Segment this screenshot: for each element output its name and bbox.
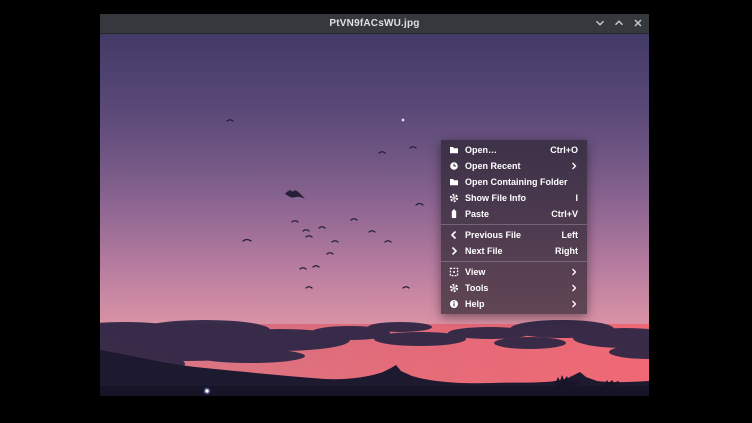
view-icon xyxy=(449,267,459,277)
submenu-arrow-icon xyxy=(570,268,578,276)
menu-item-show-file-info[interactable]: Show File Info I xyxy=(441,190,587,206)
window-title: PtVN9fACsWU.jpg xyxy=(329,18,419,29)
photo-ground xyxy=(100,386,649,396)
photo-star xyxy=(402,119,405,122)
shortcut: Ctrl+O xyxy=(550,145,578,155)
photo-horizon-light xyxy=(204,388,211,395)
submenu-arrow-icon xyxy=(570,162,578,170)
menu-separator xyxy=(441,261,587,262)
context-menu: Open… Ctrl+O Open Recent Open Containing… xyxy=(441,140,587,314)
menu-item-tools[interactable]: Tools xyxy=(441,280,587,296)
menu-item-previous-file[interactable]: Previous File Left xyxy=(441,227,587,243)
chevron-down-icon xyxy=(595,15,605,33)
gear-icon xyxy=(449,283,459,293)
titlebar[interactable]: PtVN9fACsWU.jpg xyxy=(100,14,649,34)
folder-icon xyxy=(449,177,459,187)
shortcut: Right xyxy=(555,246,578,256)
submenu-arrow-icon xyxy=(570,284,578,292)
photo-birds xyxy=(227,120,423,288)
menu-item-next-file[interactable]: Next File Right xyxy=(441,243,587,259)
menu-item-open-containing-folder[interactable]: Open Containing Folder xyxy=(441,174,587,190)
minimize-button[interactable] xyxy=(593,17,606,30)
chevron-up-icon xyxy=(614,15,624,33)
menu-item-open-recent[interactable]: Open Recent xyxy=(441,158,587,174)
shortcut: Ctrl+V xyxy=(551,209,578,219)
chevron-right-icon xyxy=(449,246,459,256)
image-viewer-window: PtVN9fACsWU.jpg xyxy=(100,14,649,396)
menu-item-open[interactable]: Open… Ctrl+O xyxy=(441,142,587,158)
window-controls xyxy=(593,14,644,33)
desktop: { "window": { "title": "PtVN9fACsWU.jpg"… xyxy=(0,0,752,423)
chevron-left-icon xyxy=(449,230,459,240)
menu-separator xyxy=(441,224,587,225)
menu-item-help[interactable]: Help xyxy=(441,296,587,312)
clock-icon xyxy=(449,161,459,171)
gear-icon xyxy=(449,193,459,203)
submenu-arrow-icon xyxy=(570,300,578,308)
paste-icon xyxy=(449,209,459,219)
folder-icon xyxy=(449,145,459,155)
maximize-button[interactable] xyxy=(612,17,625,30)
menu-item-view[interactable]: View xyxy=(441,264,587,280)
info-icon xyxy=(449,299,459,309)
shortcut: I xyxy=(575,193,578,203)
image-canvas: Open… Ctrl+O Open Recent Open Containing… xyxy=(100,34,649,396)
close-icon xyxy=(633,15,643,33)
close-button[interactable] xyxy=(631,17,644,30)
photo-large-bird xyxy=(285,190,305,199)
menu-item-paste[interactable]: Paste Ctrl+V xyxy=(441,206,587,222)
shortcut: Left xyxy=(562,230,579,240)
